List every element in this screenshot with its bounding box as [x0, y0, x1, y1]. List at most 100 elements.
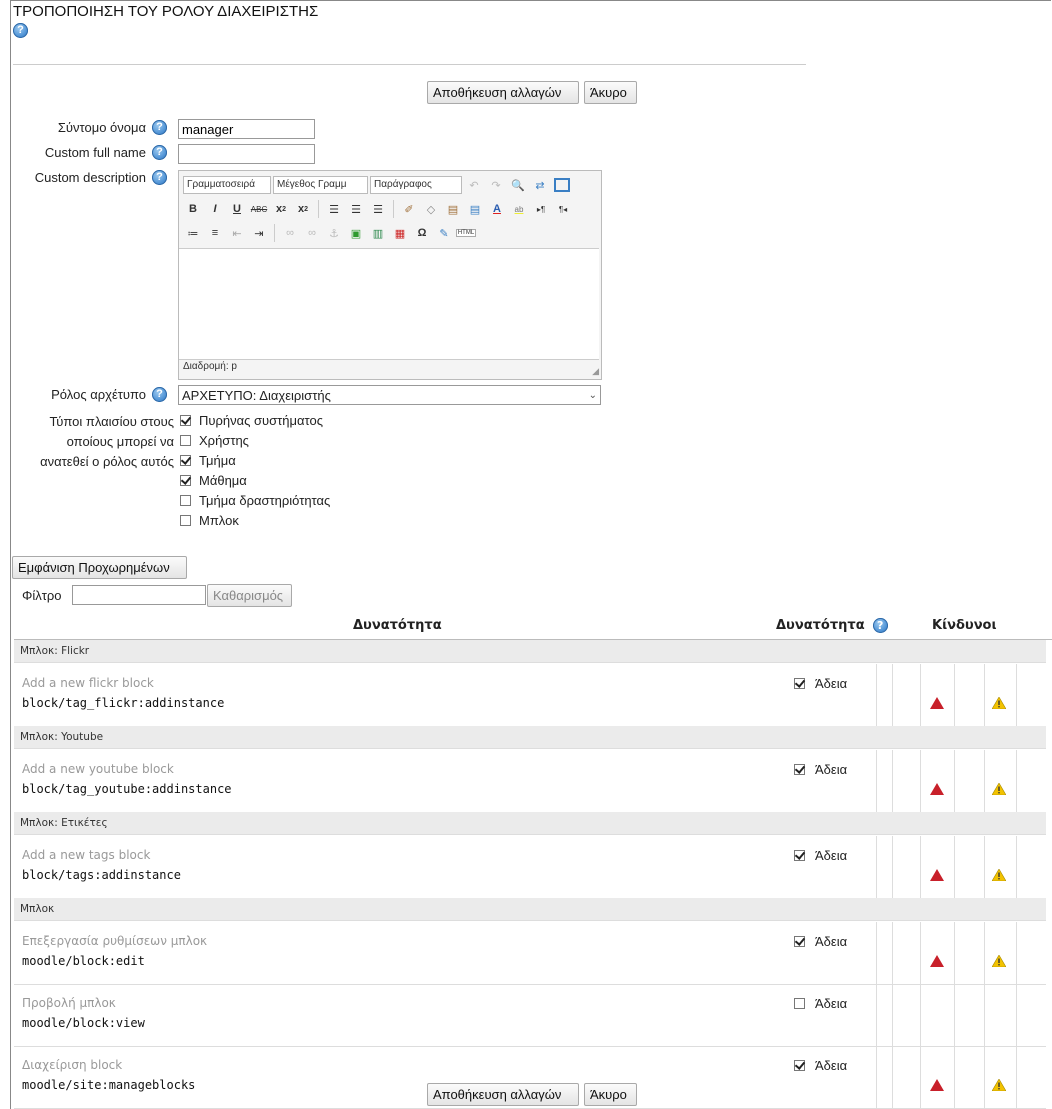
numbered-list-icon[interactable]: ≡	[205, 223, 225, 243]
paragraph-select[interactable]: Παράγραφος	[370, 176, 462, 194]
shortname-help-icon[interactable]: ?	[152, 120, 167, 135]
paste-word-icon[interactable]: ▤	[465, 199, 485, 219]
equation-icon[interactable]: ▦	[390, 223, 410, 243]
table-icon[interactable]: ✎	[434, 223, 454, 243]
rtl-icon[interactable]: ¶◂	[553, 199, 573, 219]
highlight-icon[interactable]: ab	[509, 199, 529, 219]
context-item[interactable]: Μπλοκ	[180, 510, 330, 530]
text-color-icon[interactable]: A	[487, 199, 507, 219]
italic-icon[interactable]: I	[205, 199, 225, 219]
permission-cell[interactable]: Άδεια	[794, 996, 847, 1011]
archetype-select[interactable]: ΑΡΧΕΤΥΠΟ: Διαχειριστής ⌄	[178, 385, 601, 405]
allow-checkbox[interactable]	[794, 764, 805, 775]
risk-red-warning-icon[interactable]	[930, 783, 944, 798]
outdent-icon[interactable]: ⇤	[227, 223, 247, 243]
editor-content-area[interactable]	[179, 248, 599, 360]
context-item[interactable]: Πυρήνας συστήματος	[180, 410, 330, 430]
fullname-help-icon[interactable]: ?	[152, 145, 167, 160]
shortname-label: Σύντομο όνομα	[57, 120, 146, 135]
special-char-icon[interactable]: Ω	[412, 223, 432, 243]
risk-red-warning-icon[interactable]	[930, 955, 944, 970]
context-label: Πυρήνας συστήματος	[199, 412, 323, 428]
archetype-help-icon[interactable]: ?	[152, 387, 167, 402]
context-item[interactable]: Τμήμα δραστηριότητας	[180, 490, 330, 510]
html-icon[interactable]: HTML	[455, 223, 477, 243]
context-checkbox[interactable]	[180, 474, 191, 486]
column-divider	[1016, 664, 1017, 726]
shortname-input[interactable]	[178, 119, 315, 139]
eraser-icon[interactable]: ◇	[421, 199, 441, 219]
filter-label: Φίλτρο	[22, 588, 62, 603]
allow-checkbox[interactable]	[794, 936, 805, 947]
find-icon[interactable]: 🔍	[508, 175, 528, 195]
allow-checkbox[interactable]	[794, 998, 805, 1009]
allow-checkbox[interactable]	[794, 1060, 805, 1071]
save-button-bottom[interactable]: Αποθήκευση αλλαγών	[427, 1083, 579, 1106]
undo-icon[interactable]: ↶	[464, 175, 484, 195]
context-checkbox[interactable]	[180, 414, 191, 426]
allow-checkbox[interactable]	[794, 678, 805, 689]
cancel-button-top[interactable]: Άκυρο	[584, 81, 637, 104]
strikethrough-icon[interactable]: ABC	[249, 199, 269, 219]
bold-icon[interactable]: B	[183, 199, 203, 219]
media-icon[interactable]: ▥	[368, 223, 388, 243]
ltr-icon[interactable]: ▸¶	[531, 199, 551, 219]
allow-checkbox[interactable]	[794, 850, 805, 861]
resize-handle-icon[interactable]: ◢	[592, 366, 599, 377]
context-item[interactable]: Τμήμα	[180, 450, 330, 470]
align-center-icon[interactable]: ☰	[346, 199, 366, 219]
paste-text-icon[interactable]: ▤	[443, 199, 463, 219]
context-checkbox[interactable]	[180, 434, 191, 446]
save-button-top[interactable]: Αποθήκευση αλλαγών	[427, 81, 579, 104]
font-family-select[interactable]: Γραμματοσειρά	[183, 176, 271, 194]
context-checkbox[interactable]	[180, 514, 191, 526]
contexts-label-line: οποίους μπορεί να	[66, 434, 174, 449]
indent-icon[interactable]: ⇥	[249, 223, 269, 243]
contexts-label-line: Τύποι πλαισίου στους	[49, 414, 174, 429]
permission-cell[interactable]: Άδεια	[794, 762, 847, 777]
permission-help-icon[interactable]: ?	[872, 618, 888, 633]
context-item[interactable]: Χρήστης	[180, 430, 330, 450]
capability-id: block/tag_flickr:addinstance	[22, 696, 225, 710]
context-item[interactable]: Μάθημα	[180, 470, 330, 490]
risk-yellow-warning-icon[interactable]	[991, 696, 1007, 712]
permission-cell[interactable]: Άδεια	[794, 1058, 847, 1073]
filter-input[interactable]	[72, 585, 206, 605]
context-checkbox[interactable]	[180, 494, 191, 506]
replace-icon[interactable]: ⇄	[530, 175, 550, 195]
image-icon[interactable]: ▣	[346, 223, 366, 243]
column-divider	[876, 1046, 877, 1108]
fullname-input[interactable]	[178, 144, 315, 164]
show-advanced-button[interactable]: Εμφάνιση Προχωρημένων	[12, 556, 187, 579]
risk-yellow-warning-icon[interactable]	[991, 782, 1007, 798]
anchor-icon[interactable]: ⚓	[324, 223, 344, 243]
bullet-list-icon[interactable]: ≔	[183, 223, 203, 243]
help-icon[interactable]: ?	[13, 23, 28, 38]
toolbar-separator	[393, 200, 394, 218]
permission-cell[interactable]: Άδεια	[794, 934, 847, 949]
description-help-icon[interactable]: ?	[152, 170, 167, 185]
context-checkbox[interactable]	[180, 454, 191, 466]
font-size-select[interactable]: Μέγεθος Γραμμ	[273, 176, 368, 194]
risk-yellow-warning-icon[interactable]	[991, 868, 1007, 884]
subscript-icon[interactable]: x2	[271, 199, 291, 219]
cleanup-icon[interactable]: ✐	[399, 199, 419, 219]
align-left-icon[interactable]: ☰	[324, 199, 344, 219]
unlink-icon[interactable]: ∞	[302, 223, 322, 243]
risk-yellow-warning-icon[interactable]	[991, 954, 1007, 970]
underline-icon[interactable]: U	[227, 199, 247, 219]
risk-red-warning-icon[interactable]	[930, 697, 944, 712]
clear-filter-button[interactable]: Καθαρισμός	[207, 584, 292, 607]
redo-icon[interactable]: ↷	[486, 175, 506, 195]
cancel-button-bottom[interactable]: Άκυρο	[584, 1083, 637, 1106]
superscript-icon[interactable]: x2	[293, 199, 313, 219]
fullscreen-icon[interactable]	[552, 175, 572, 195]
risk-red-warning-icon[interactable]	[930, 869, 944, 884]
permission-cell[interactable]: Άδεια	[794, 676, 847, 691]
risk-red-warning-icon[interactable]	[930, 1079, 944, 1094]
align-right-icon[interactable]: ☰	[368, 199, 388, 219]
link-icon[interactable]: ∞	[280, 223, 300, 243]
group-row: Μπλοκ: Ετικέτες	[14, 812, 1046, 835]
permission-cell[interactable]: Άδεια	[794, 848, 847, 863]
risk-yellow-warning-icon[interactable]	[991, 1078, 1007, 1094]
